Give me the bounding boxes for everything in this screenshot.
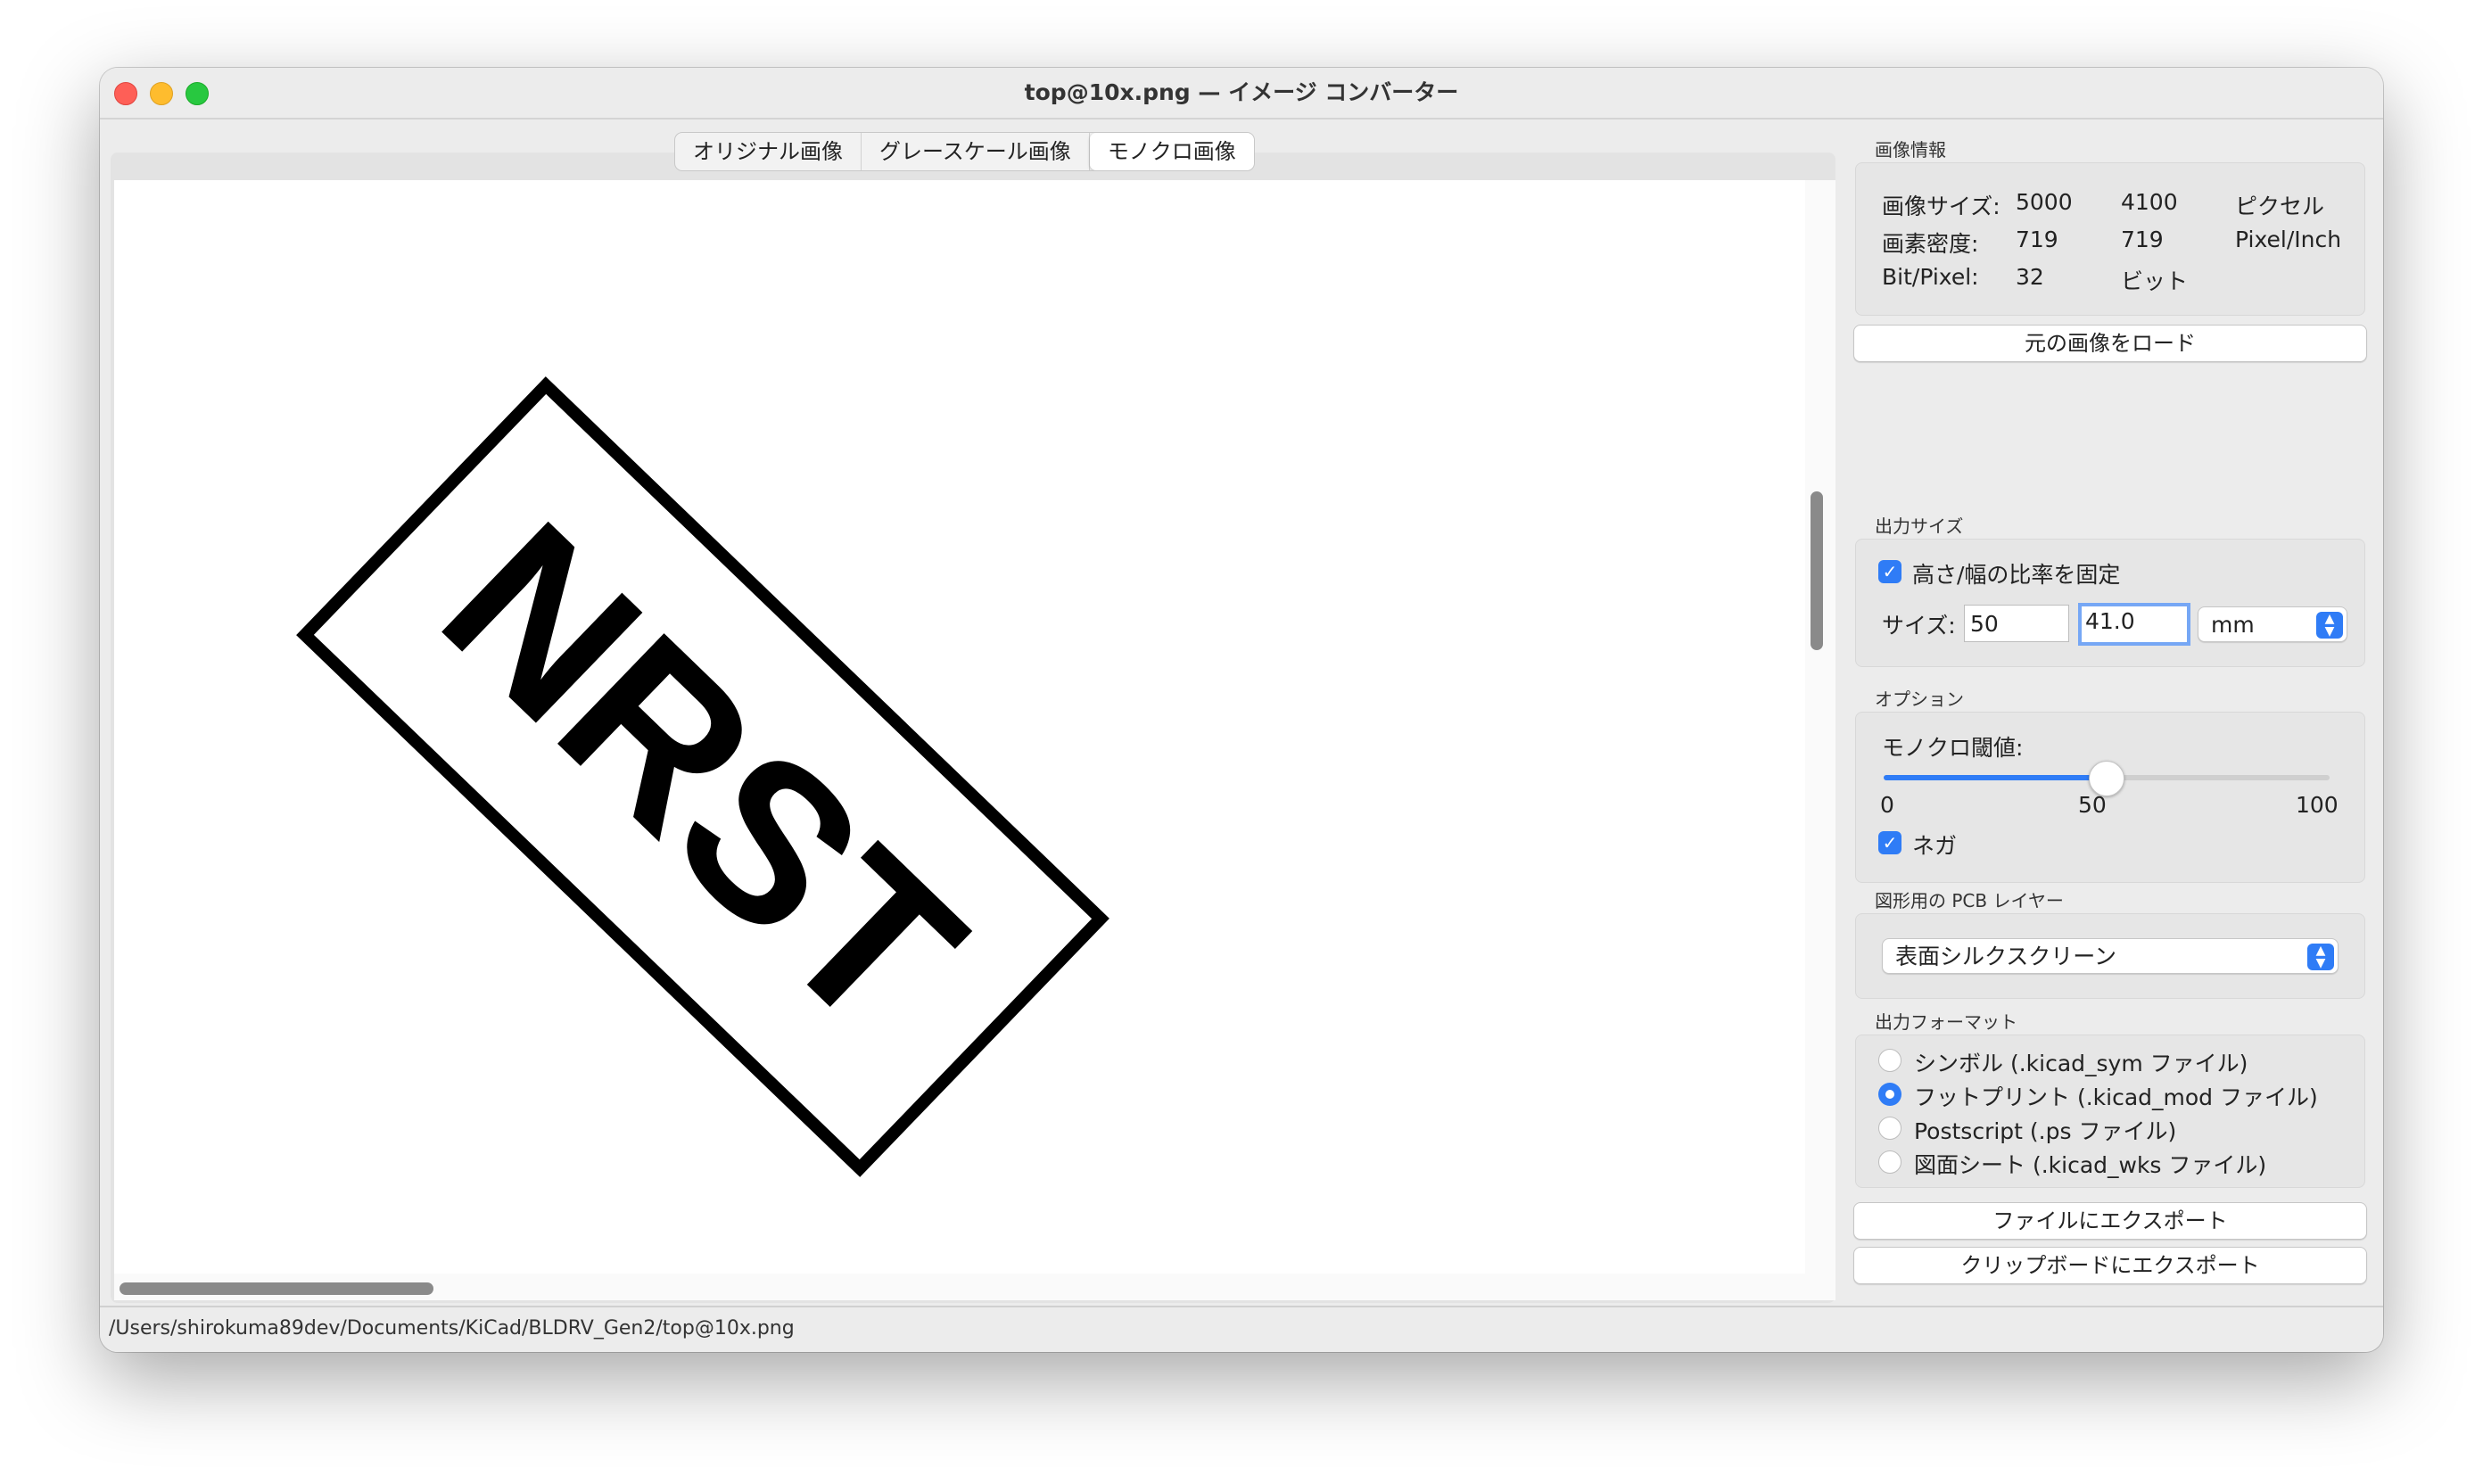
options-heading: オプション: [1875, 688, 1964, 710]
image-tabs: オリジナル画像 グレースケール画像 モノクロ画像: [674, 132, 1255, 171]
title-bar: top@10x.png — イメージ コンバーター: [100, 68, 2383, 120]
negative-label: ネガ: [1912, 833, 1958, 859]
format-radio-symbol[interactable]: [1878, 1049, 1901, 1072]
format-option-footprint: フットプリント (.kicad_mod ファイル): [1914, 1084, 2318, 1110]
height-input[interactable]: 41.0: [2078, 603, 2190, 646]
threshold-mid: 50: [2078, 792, 2107, 818]
window-title: top@10x.png — イメージ コンバーター: [1024, 79, 1459, 105]
image-info-heading: 画像情報: [1875, 139, 1946, 161]
pixel-density-unit: Pixel/Inch: [2235, 227, 2342, 252]
pixel-density-y: 719: [2121, 227, 2164, 252]
image-size-height: 4100: [2121, 189, 2178, 215]
monochrome-preview: NRST: [296, 376, 1110, 1177]
image-size-width: 5000: [2016, 189, 2073, 215]
threshold-min: 0: [1880, 792, 1894, 818]
image-canvas: NRST: [114, 180, 1805, 1274]
pixel-density-x: 719: [2016, 227, 2058, 252]
negative-checkbox[interactable]: ✓: [1878, 831, 1901, 854]
threshold-slider-fill: [1884, 775, 2105, 780]
export-to-file-button[interactable]: ファイルにエクスポート: [1853, 1202, 2367, 1240]
tab-monochrome-image[interactable]: モノクロ画像: [1089, 133, 1254, 170]
pcb-layer-select-chevron-icon: ▲ ▼: [2307, 944, 2334, 970]
export-to-clipboard-button[interactable]: クリップボードにエクスポート: [1853, 1247, 2367, 1284]
threshold-max: 100: [2296, 792, 2339, 818]
unit-select-chevron-icon: ▲ ▼: [2316, 612, 2343, 639]
lock-aspect-ratio-checkbox[interactable]: ✓: [1878, 560, 1901, 583]
pcb-layer-select-value: 表面シルクスクリーン: [1895, 944, 2117, 969]
pixel-density-label: 画素密度:: [1882, 231, 1979, 257]
unit-select[interactable]: mm ▲ ▼: [2198, 606, 2347, 642]
format-radio-postscript[interactable]: [1878, 1117, 1901, 1140]
load-source-image-button[interactable]: 元の画像をロード: [1853, 325, 2367, 362]
format-option-postscript: Postscript (.ps ファイル): [1914, 1118, 2177, 1144]
format-option-drawing-sheet: 図面シート (.kicad_wks ファイル): [1914, 1152, 2267, 1178]
size-label: サイズ:: [1882, 613, 1956, 639]
tab-grayscale-image[interactable]: グレースケール画像: [862, 133, 1090, 170]
bit-depth-label: Bit/Pixel:: [1882, 264, 1979, 290]
bit-depth-unit: ビット: [2121, 268, 2189, 294]
format-radio-drawing-sheet[interactable]: [1878, 1150, 1901, 1174]
image-size-unit: ピクセル: [2235, 194, 2325, 219]
lock-aspect-ratio-label: 高さ/幅の比率を固定: [1912, 562, 2121, 588]
status-bar: /Users/shirokuma89dev/Documents/KiCad/BL…: [100, 1306, 2383, 1352]
vertical-scrollbar-thumb[interactable]: [1811, 491, 1823, 650]
format-radio-footprint[interactable]: [1878, 1083, 1901, 1106]
pcb-layer-heading: 図形用の PCB レイヤー: [1875, 890, 2064, 911]
threshold-label: モノクロ閾値:: [1882, 735, 2024, 761]
output-size-heading: 出力サイズ: [1875, 515, 1964, 537]
image-size-label: 画像サイズ:: [1882, 194, 2000, 219]
horizontal-scrollbar-thumb[interactable]: [120, 1282, 433, 1295]
unit-select-value: mm: [2211, 612, 2255, 638]
app-window: top@10x.png — イメージ コンバーター オリジナル画像 グレースケー…: [100, 68, 2383, 1352]
file-path: /Users/shirokuma89dev/Documents/KiCad/BL…: [109, 1317, 795, 1340]
width-input[interactable]: 50: [1964, 605, 2069, 642]
bit-depth-value: 32: [2016, 264, 2044, 290]
vertical-scrollbar-track: [1805, 180, 1835, 1274]
format-option-symbol: シンボル (.kicad_sym ファイル): [1914, 1051, 2248, 1076]
threshold-slider-knob[interactable]: [2089, 761, 2124, 796]
tab-original-image[interactable]: オリジナル画像: [675, 133, 862, 170]
pcb-layer-select[interactable]: 表面シルクスクリーン ▲ ▼: [1882, 938, 2339, 974]
output-format-heading: 出力フォーマット: [1875, 1011, 2017, 1033]
